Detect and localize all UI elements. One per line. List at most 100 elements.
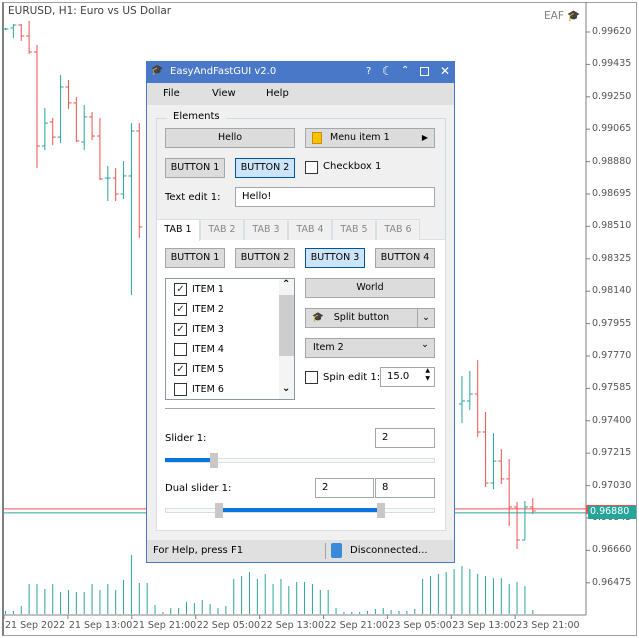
list-item-checkbox[interactable]: [174, 383, 187, 396]
time-tick-label: 21 Sep 13:00: [68, 620, 133, 631]
list-item-checkbox[interactable]: ✓: [174, 323, 187, 336]
time-tick-label: 22 Sep 13:00: [260, 620, 325, 631]
menu-bar: File View Help: [147, 83, 454, 105]
list-item-label: ITEM 1: [192, 284, 224, 295]
tab-button-2[interactable]: BUTTON 2: [235, 248, 295, 268]
price-tick-label: 0.99620: [592, 26, 632, 37]
button-1[interactable]: BUTTON 1: [165, 158, 225, 178]
dark-mode-moon-icon[interactable]: ☾: [382, 64, 393, 78]
price-tick-label: 0.96660: [592, 544, 632, 556]
time-tick-label: 23 Sep 05:00: [388, 620, 452, 631]
status-divider: [325, 543, 326, 559]
tab-2[interactable]: TAB 2: [200, 219, 244, 240]
scroll-up-icon[interactable]: ⌃: [282, 279, 290, 290]
dual-slider-low-value[interactable]: 2: [315, 478, 374, 498]
tab-button-4[interactable]: BUTTON 4: [375, 248, 435, 268]
server-disconnected-icon: [331, 543, 342, 558]
list-item-checkbox[interactable]: ✓: [174, 303, 187, 316]
graduation-cap-icon: 🎓: [151, 65, 164, 76]
list-item[interactable]: ✓ ITEM 1: [174, 280, 279, 300]
collapse-chevron-up-icon[interactable]: ⌃: [401, 65, 409, 76]
list-item-checkbox[interactable]: ✓: [174, 283, 187, 296]
slider-1-label: Slider 1:: [165, 433, 207, 444]
list-item-label: ITEM 2: [192, 304, 224, 315]
price-tick-label: 0.99250: [592, 90, 632, 102]
slider-1-thumb[interactable]: [209, 453, 218, 468]
hello-button[interactable]: Hello: [165, 128, 295, 148]
split-button-dropdown[interactable]: ⌄: [417, 308, 435, 328]
bid-price-label: 0.96880: [588, 506, 636, 519]
submenu-arrow-icon: ▶: [421, 133, 428, 142]
scroll-down-icon[interactable]: ⌄: [282, 383, 290, 394]
graduation-cap-icon: 🎓: [567, 10, 581, 22]
text-edit-input[interactable]: Hello!: [235, 187, 435, 207]
elements-group-label: Elements: [167, 111, 226, 122]
tab-button-3[interactable]: BUTTON 3: [305, 248, 365, 268]
tab-5[interactable]: TAB 5: [332, 219, 376, 240]
slider-1-value[interactable]: 2: [375, 428, 435, 448]
list-item-label: ITEM 3: [192, 324, 224, 335]
spin-edit-value: 15.0: [387, 371, 410, 382]
dual-slider-high-thumb[interactable]: [377, 503, 385, 518]
menu-file[interactable]: File: [163, 88, 180, 99]
dual-slider-low-thumb[interactable]: [215, 503, 223, 518]
list-item[interactable]: ITEM 6: [174, 380, 279, 399]
list-item-label: ITEM 6: [192, 384, 224, 395]
separator: [165, 408, 435, 409]
list-item-label: ITEM 5: [192, 364, 224, 375]
price-tick-label: 0.99065: [592, 123, 632, 135]
menu-item-1[interactable]: Menu item 1 ▶: [305, 128, 435, 148]
split-button[interactable]: 🎓 Split button: [305, 308, 418, 328]
maximize-icon[interactable]: [420, 67, 429, 76]
world-button[interactable]: World: [305, 278, 435, 298]
scrollbar-thumb[interactable]: [279, 295, 294, 356]
list-scrollbar[interactable]: ⌃ ⌄: [279, 279, 294, 399]
tab-4[interactable]: TAB 4: [288, 219, 332, 240]
menu-item-label: Menu item 1: [330, 132, 390, 143]
price-tick-label: 0.98695: [592, 187, 632, 199]
list-item-checkbox[interactable]: ✓: [174, 363, 187, 376]
spin-edit-input[interactable]: 15.0 ▲ ▼: [380, 367, 435, 387]
text-edit-label: Text edit 1:: [165, 192, 221, 203]
button-2[interactable]: BUTTON 2: [235, 158, 295, 178]
checkbox-1-label: Checkbox 1: [323, 161, 382, 172]
tab-button-1[interactable]: BUTTON 1: [165, 248, 225, 268]
tab-6[interactable]: TAB 6: [376, 219, 420, 240]
price-tick-label: 0.97955: [592, 317, 632, 329]
list-item[interactable]: ✓ ITEM 3: [174, 320, 279, 340]
checkbox-1[interactable]: [305, 161, 318, 174]
title-bar[interactable]: 🎓 EasyAndFastGUI v2.0 ? ☾ ⌃ ✕: [147, 62, 454, 83]
list-item-checkbox[interactable]: [174, 343, 187, 356]
dual-slider-high-value[interactable]: 8: [375, 478, 435, 498]
status-help-text: For Help, press F1: [153, 545, 244, 556]
menu-view[interactable]: View: [212, 88, 236, 99]
price-tick-label: 0.97215: [592, 447, 632, 459]
price-tick-label: 0.99435: [592, 58, 632, 70]
dialog-title: EasyAndFastGUI v2.0: [170, 66, 277, 77]
combobox-value: Item 2: [313, 342, 344, 353]
status-bar: For Help, press F1 Disconnected...: [147, 540, 454, 562]
tab-1[interactable]: TAB 1: [156, 219, 200, 241]
checkbox-list[interactable]: ✓ ITEM 1 ✓ ITEM 2 ✓ ITEM 3 ITEM 4 ✓ ITEM 5 ITEM 6…: [165, 278, 295, 400]
help-button[interactable]: ?: [366, 66, 371, 77]
chevron-down-icon: ⌄: [422, 312, 430, 323]
time-tick-label: 21 Sep 21:00: [132, 620, 197, 631]
chart-symbol-title: EURUSD, H1: Euro vs US Dollar: [8, 5, 172, 17]
price-tick-label: 0.98140: [592, 285, 632, 297]
list-item-label: ITEM 4: [192, 344, 224, 355]
list-item[interactable]: ITEM 4: [174, 340, 279, 360]
list-item[interactable]: ✓ ITEM 2: [174, 300, 279, 320]
time-tick-label: 22 Sep 05:00: [196, 620, 261, 631]
tab-3[interactable]: TAB 3: [244, 219, 288, 240]
menu-help[interactable]: Help: [266, 88, 289, 99]
spin-arrows-icon[interactable]: ▲ ▼: [425, 367, 430, 383]
split-button-label: Split button: [333, 312, 390, 323]
time-tick-label: 23 Sep 13:00: [452, 620, 516, 631]
close-icon[interactable]: ✕: [440, 64, 450, 78]
time-tick-label: 23 Sep 21:00: [516, 620, 580, 631]
spin-edit-checkbox[interactable]: [305, 371, 318, 384]
list-item[interactable]: ✓ ITEM 5: [174, 360, 279, 380]
combobox[interactable]: Item 2 ⌄: [305, 338, 435, 358]
graduation-cap-icon: 🎓: [312, 312, 324, 323]
easy-and-fast-gui-dialog[interactable]: 🎓 EasyAndFastGUI v2.0 ? ☾ ⌃ ✕ File View …: [146, 61, 455, 563]
